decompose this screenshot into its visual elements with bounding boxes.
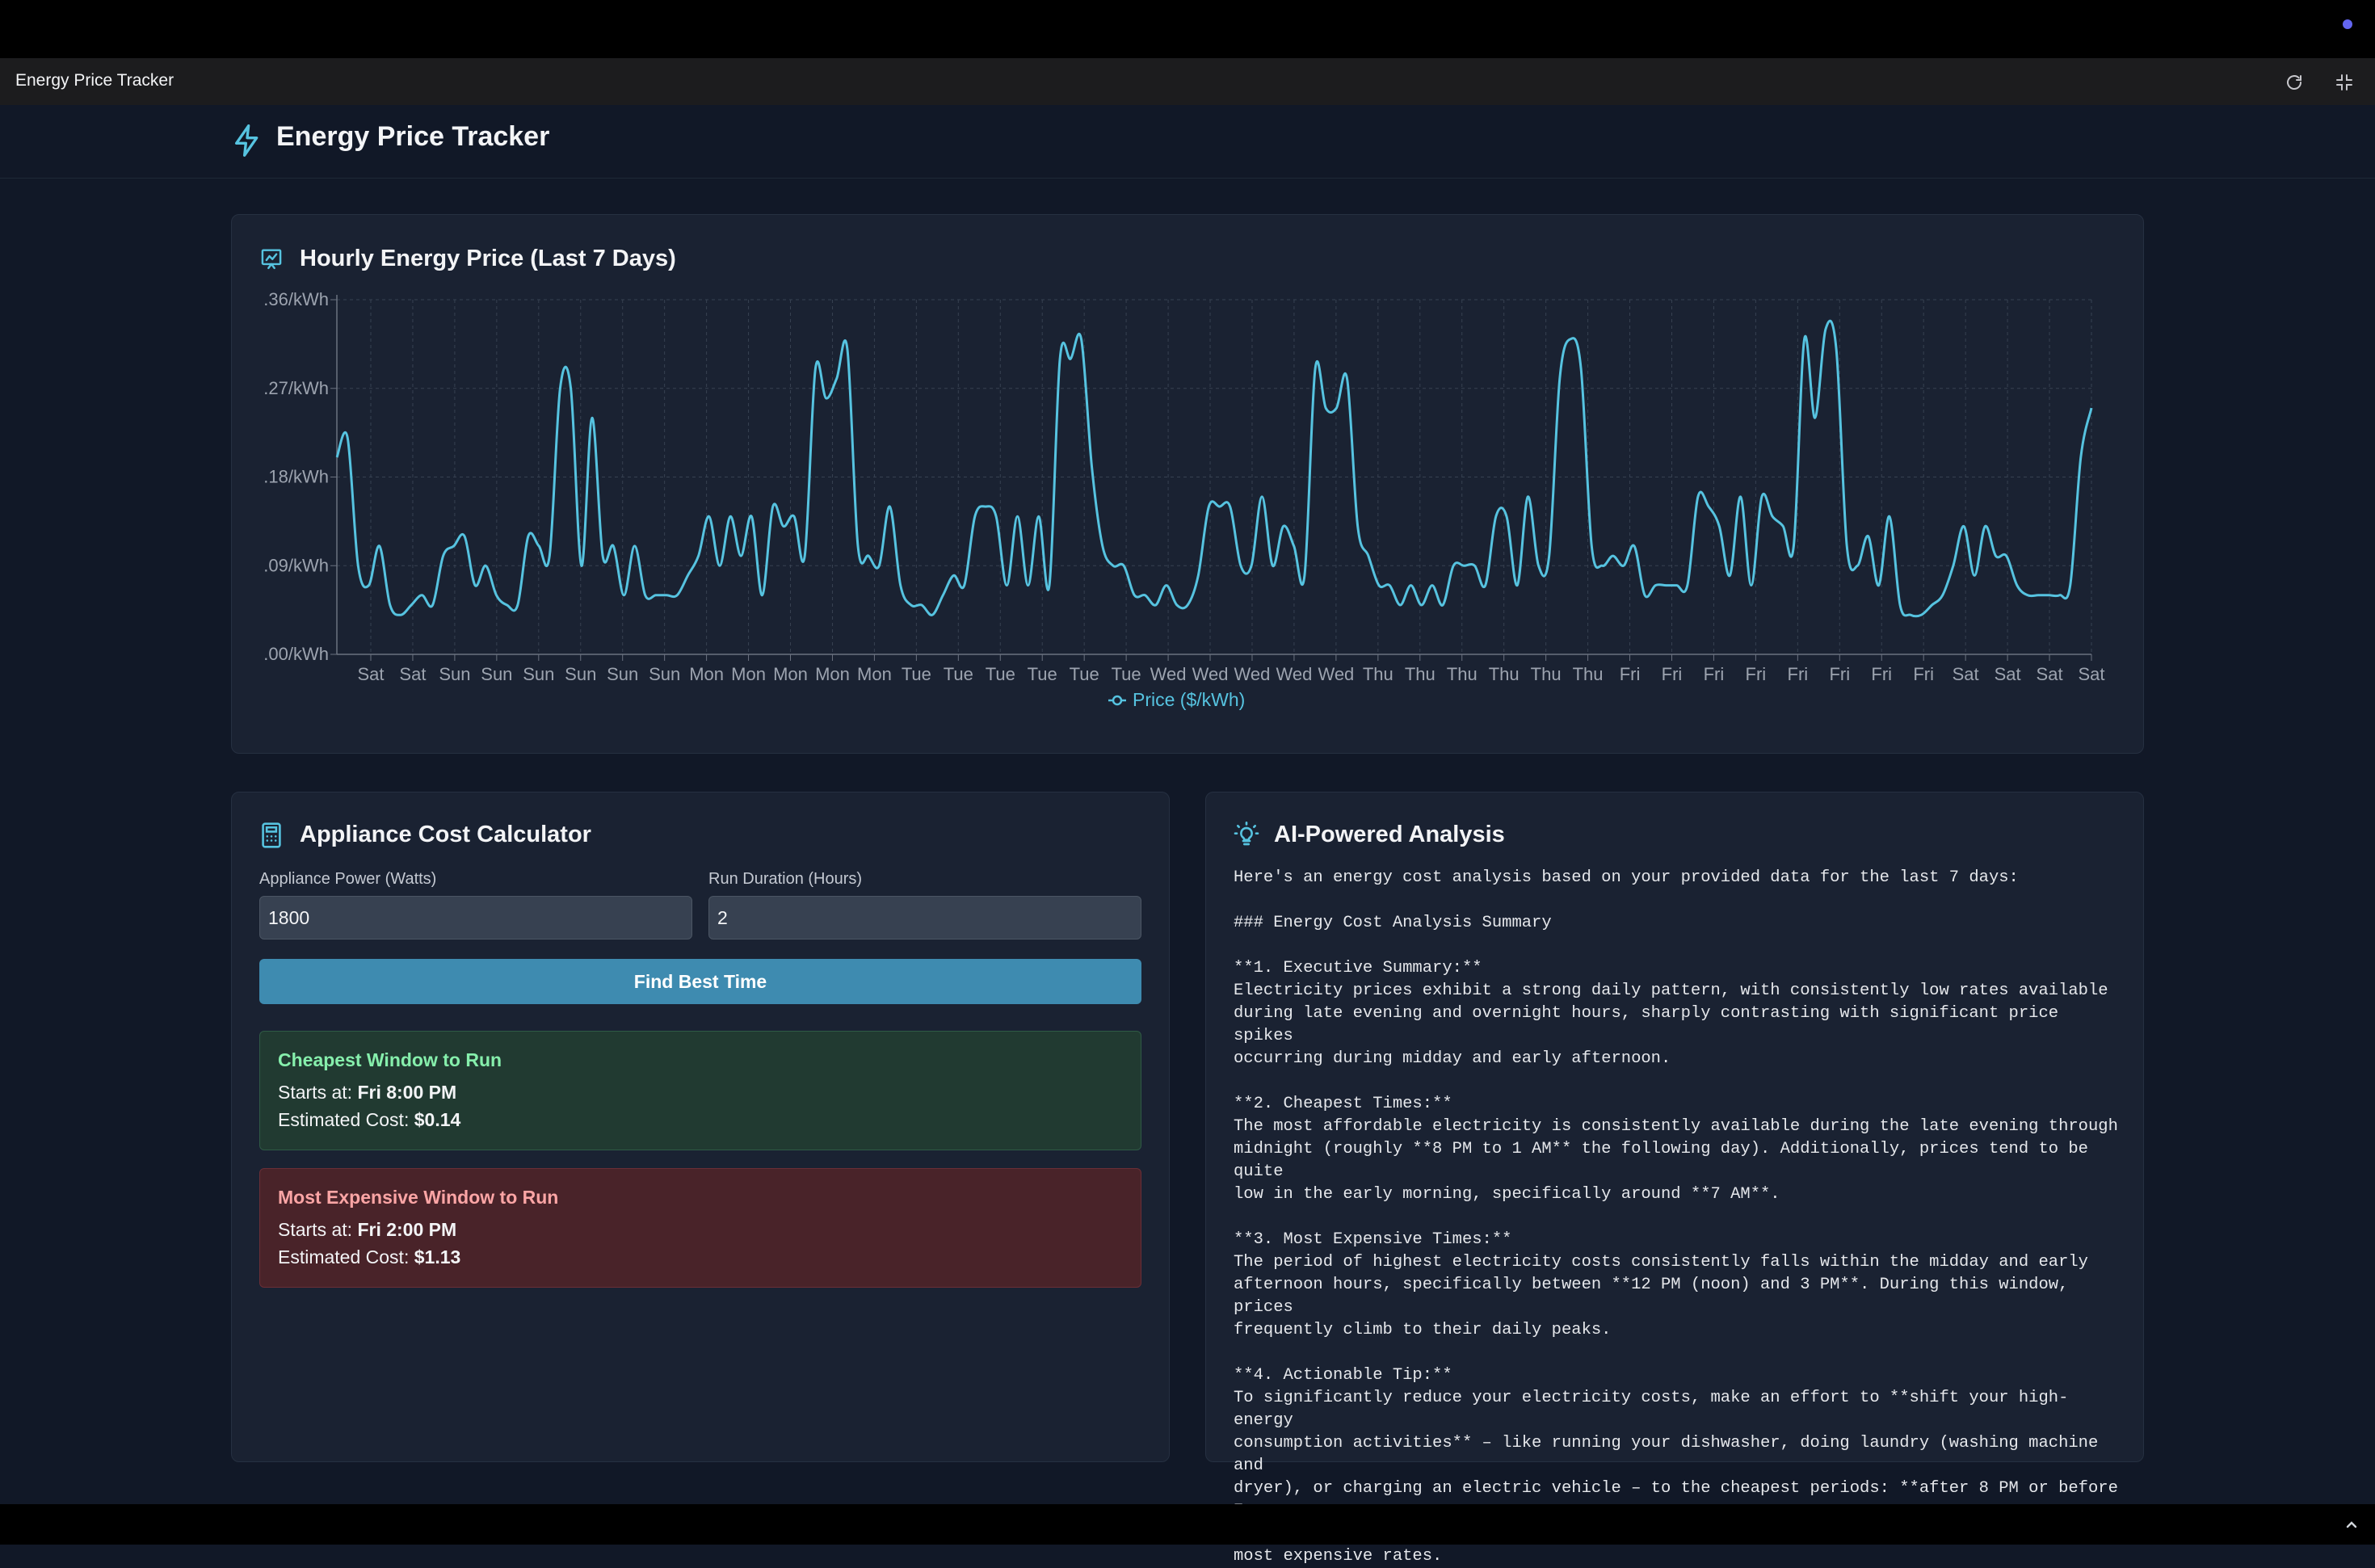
power-label: Appliance Power (Watts) bbox=[259, 870, 437, 888]
legend-label: Price ($/kWh) bbox=[1133, 689, 1245, 710]
cheapest-starts-value: Fri 8:00 PM bbox=[357, 1082, 457, 1103]
x-tick-label: Sat bbox=[1953, 664, 1979, 684]
x-tick-label: Fri bbox=[1871, 664, 1892, 684]
price-line-chart: .00/kWh .09/kWh .18/kWh .27/kWh .36/kWh Sat Sa… bbox=[263, 289, 2104, 710]
x-tick-label: Sun bbox=[481, 664, 512, 684]
x-tick-label: Tue bbox=[1070, 664, 1099, 684]
window-title-bar: Energy Price Tracker bbox=[0, 58, 2375, 106]
x-tick-label: Sun bbox=[565, 664, 596, 684]
expensive-window-title: Most Expensive Window to Run bbox=[278, 1187, 559, 1208]
x-tick-label: Fri bbox=[1662, 664, 1683, 684]
x-tick-label: Fri bbox=[1829, 664, 1850, 684]
cheapest-starts-label: Starts at: bbox=[278, 1082, 353, 1103]
ai-analysis-title: AI-Powered Analysis bbox=[1274, 822, 1505, 847]
find-best-time-button[interactable]: Find Best Time bbox=[259, 959, 1141, 1004]
y-tick-label: .36/kWh bbox=[263, 289, 329, 309]
duration-input[interactable] bbox=[708, 896, 1141, 940]
x-tick-label: Sat bbox=[2078, 664, 2104, 684]
legend-marker-icon bbox=[1112, 695, 1123, 706]
x-tick-label: Sat bbox=[357, 664, 384, 684]
y-tick-label: .09/kWh bbox=[263, 555, 329, 575]
expensive-cost-value: $1.13 bbox=[414, 1246, 461, 1267]
x-tick-label: Thu bbox=[1405, 664, 1436, 684]
x-tick-label: Wed bbox=[1318, 664, 1354, 684]
x-tick-label: Tue bbox=[1028, 664, 1057, 684]
x-tick-label: Wed bbox=[1234, 664, 1271, 684]
x-tick-label: Fri bbox=[1746, 664, 1767, 684]
x-tick-label: Thu bbox=[1447, 664, 1478, 684]
expensive-starts-label: Starts at: bbox=[278, 1219, 353, 1240]
y-tick-label: .27/kWh bbox=[263, 378, 329, 398]
y-tick-label: .00/kWh bbox=[263, 644, 329, 664]
x-tick-label: Sun bbox=[523, 664, 554, 684]
x-tick-label: Tue bbox=[986, 664, 1015, 684]
os-bottom-bar bbox=[0, 1504, 2375, 1545]
duration-label: Run Duration (Hours) bbox=[708, 870, 863, 888]
price-chart-card: Hourly Energy Price (Last 7 Days) .00/kW… bbox=[231, 214, 2144, 754]
x-tick-label: Mon bbox=[857, 664, 892, 684]
x-tick-label: Fri bbox=[1788, 664, 1809, 684]
status-dot bbox=[2343, 19, 2352, 29]
y-tick-label: .18/kWh bbox=[263, 467, 329, 487]
x-tick-label: Sat bbox=[399, 664, 426, 684]
x-tick-label: Thu bbox=[1363, 664, 1393, 684]
x-tick-label: Sun bbox=[649, 664, 680, 684]
bolt-icon bbox=[231, 123, 263, 162]
x-tick-label: Sat bbox=[2037, 664, 2063, 684]
lightbulb-icon bbox=[1234, 822, 1259, 851]
fullscreen-icon[interactable] bbox=[2330, 68, 2359, 97]
cheapest-window-panel: Cheapest Window to Run Starts at: Fri 8:… bbox=[259, 1031, 1141, 1150]
calculator-title: Appliance Cost Calculator bbox=[300, 822, 591, 847]
x-tick-label: Sat bbox=[1995, 664, 2021, 684]
x-tick-label: Fri bbox=[1913, 664, 1934, 684]
x-tick-label: Wed bbox=[1192, 664, 1229, 684]
x-tick-label: Wed bbox=[1276, 664, 1313, 684]
x-tick-label: Sun bbox=[607, 664, 638, 684]
x-tick-label: Thu bbox=[1531, 664, 1562, 684]
x-tick-label: Mon bbox=[815, 664, 850, 684]
os-top-bar bbox=[0, 0, 2375, 58]
chevron-up-icon[interactable] bbox=[2339, 1512, 2364, 1536]
expensive-starts-value: Fri 2:00 PM bbox=[357, 1219, 457, 1240]
app-header: Energy Price Tracker bbox=[0, 105, 2375, 179]
x-tick-label: Mon bbox=[773, 664, 808, 684]
x-tick-label: Thu bbox=[1489, 664, 1520, 684]
cheapest-cost-label: Estimated Cost: bbox=[278, 1109, 410, 1130]
calculator-icon bbox=[261, 822, 282, 853]
x-tick-label: Tue bbox=[1112, 664, 1141, 684]
x-tick-label: Wed bbox=[1150, 664, 1187, 684]
appliance-calculator-card: Appliance Cost Calculator Appliance Powe… bbox=[231, 792, 1170, 1462]
cheapest-cost-value: $0.14 bbox=[414, 1109, 461, 1130]
x-tick-label: Sun bbox=[439, 664, 470, 684]
x-tick-label: Tue bbox=[902, 664, 931, 684]
x-tick-label: Fri bbox=[1704, 664, 1725, 684]
cheapest-window-title: Cheapest Window to Run bbox=[278, 1049, 502, 1070]
ai-analysis-card: AI-Powered Analysis Here's an energy cos… bbox=[1205, 792, 2144, 1566]
x-tick-label: Thu bbox=[1573, 664, 1604, 684]
expensive-window-panel: Most Expensive Window to Run Starts at: … bbox=[259, 1168, 1141, 1288]
x-tick-label: Fri bbox=[1620, 664, 1641, 684]
x-tick-label: Mon bbox=[689, 664, 724, 684]
x-tick-label: Mon bbox=[731, 664, 766, 684]
x-tick-label: Tue bbox=[944, 664, 973, 684]
price-series-line bbox=[335, 319, 2093, 618]
page-title: Energy Price Tracker bbox=[276, 121, 550, 152]
ai-analysis-text: Here's an energy cost analysis based on … bbox=[1234, 868, 2118, 1566]
window-title: Energy Price Tracker bbox=[15, 71, 174, 90]
refresh-icon[interactable] bbox=[2280, 68, 2309, 97]
expensive-cost-label: Estimated Cost: bbox=[278, 1246, 410, 1267]
power-input[interactable] bbox=[259, 896, 692, 940]
